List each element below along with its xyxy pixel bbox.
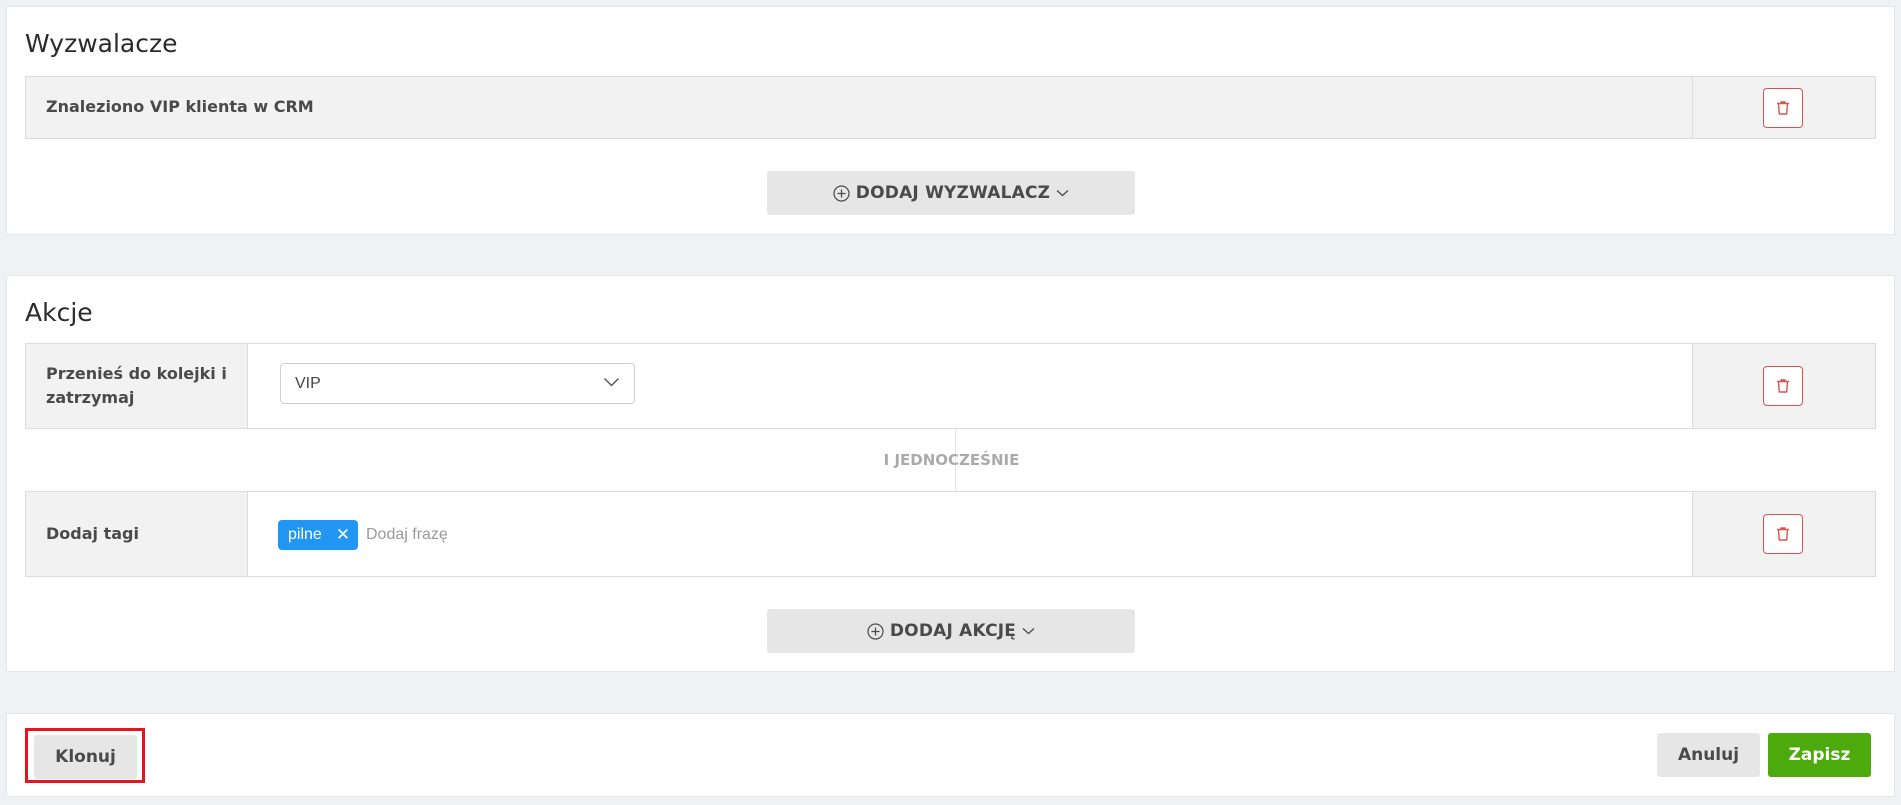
- delete-action-queue-button[interactable]: [1763, 366, 1803, 406]
- clone-button[interactable]: Klonuj: [34, 735, 137, 779]
- actions-panel: Akcje Przenieś do kolejki i zatrzymaj VI…: [6, 275, 1895, 672]
- save-button[interactable]: Zapisz: [1768, 733, 1871, 777]
- action-content-queue: VIP: [247, 344, 1692, 428]
- clone-highlight: Klonuj: [25, 728, 145, 783]
- add-action-label: DODAJ AKCJĘ: [889, 621, 1017, 641]
- chevron-down-icon: [1022, 628, 1035, 635]
- connector-label: I JEDNOCZEŚNIE: [883, 451, 1020, 469]
- plus-circle-icon: [867, 622, 884, 640]
- triggers-title: Wyzwalacze: [25, 29, 178, 58]
- action-label-tags: Dodaj tagi: [46, 524, 139, 543]
- add-trigger-button[interactable]: DODAJ WYZWALACZ: [767, 171, 1135, 215]
- queue-select[interactable]: VIP: [280, 363, 635, 404]
- action-row-tags-actions: [1692, 492, 1875, 576]
- tag-input[interactable]: [364, 520, 764, 550]
- trash-icon: [1777, 101, 1789, 115]
- trigger-row: Znaleziono VIP klienta w CRM: [25, 76, 1876, 139]
- add-trigger-label: DODAJ WYZWALACZ: [855, 183, 1051, 203]
- trash-icon: [1777, 379, 1789, 393]
- tag-chip: pilne ✕: [278, 520, 359, 550]
- action-row-queue: Przenieś do kolejki i zatrzymaj VIP: [25, 343, 1876, 429]
- cancel-button[interactable]: Anuluj: [1657, 733, 1760, 777]
- queue-select-value: VIP: [295, 375, 321, 392]
- delete-trigger-button[interactable]: [1763, 88, 1803, 128]
- footer-panel: Klonuj Anuluj Zapisz: [6, 713, 1895, 797]
- action-content-tags: pilne ✕: [247, 492, 1692, 576]
- action-row-tags: Dodaj tagi pilne ✕: [25, 491, 1876, 577]
- actions-title: Akcje: [25, 298, 93, 327]
- add-action-button[interactable]: DODAJ AKCJĘ: [767, 609, 1135, 653]
- trigger-label: Znaleziono VIP klienta w CRM: [46, 97, 314, 116]
- plus-circle-icon: [833, 184, 850, 202]
- delete-action-tags-button[interactable]: [1763, 514, 1803, 554]
- action-label-queue: Przenieś do kolejki i zatrzymaj: [46, 364, 227, 407]
- trash-icon: [1777, 527, 1789, 541]
- chevron-down-icon: [1056, 190, 1069, 197]
- trigger-row-actions: [1692, 77, 1875, 138]
- triggers-panel: Wyzwalacze Znaleziono VIP klienta w CRM …: [6, 6, 1895, 235]
- chevron-down-icon: [604, 378, 619, 387]
- tag-chip-label: pilne: [288, 526, 322, 543]
- action-row-queue-actions: [1692, 344, 1875, 428]
- close-icon[interactable]: ✕: [336, 525, 350, 545]
